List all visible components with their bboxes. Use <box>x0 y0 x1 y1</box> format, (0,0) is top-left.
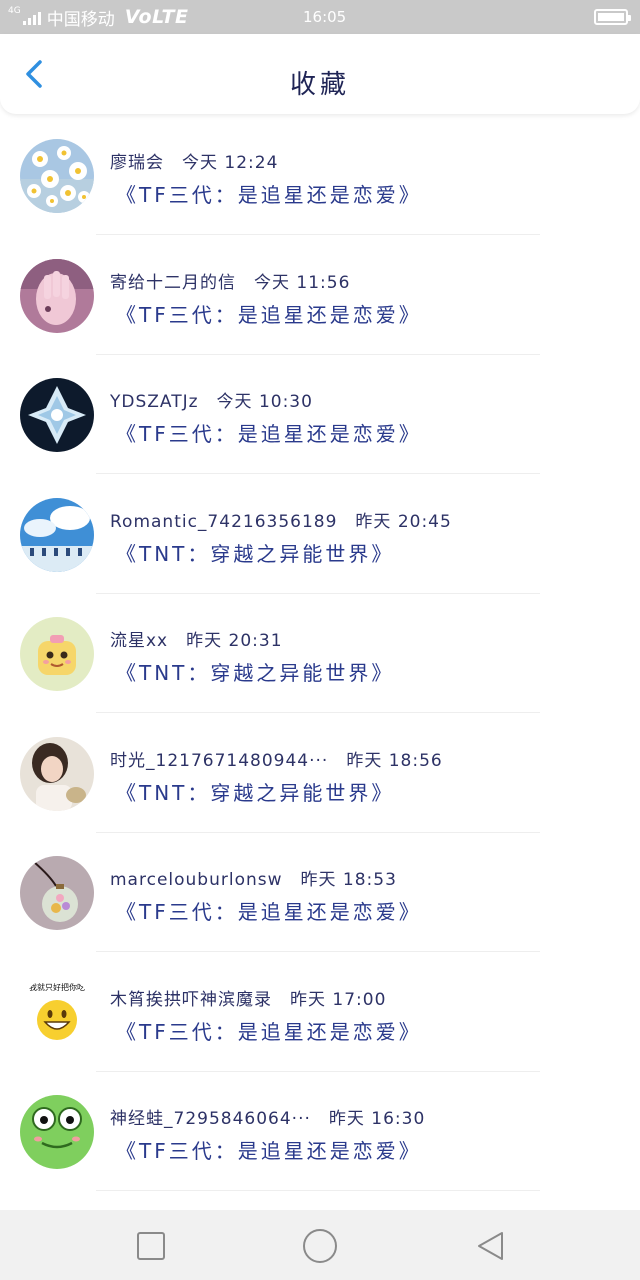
author-name: Romantic_7421635618​9 <box>110 511 338 532</box>
item-meta: marcelouburlonsw 昨天 18:53 <box>110 865 397 890</box>
recent-apps-button[interactable] <box>134 1229 168 1263</box>
author-name: 时光_1217671480944··· <box>110 750 329 771</box>
story-title[interactable]: 《TF三代：是追星还是恋爱》 <box>116 299 422 328</box>
item-meta: 流星xx 昨天 20:31 <box>110 626 283 651</box>
page-title: 收藏 <box>289 70 350 100</box>
story-title[interactable]: 《TNT：穿越之异能世界》 <box>116 777 394 806</box>
story-title[interactable]: 《TNT：穿越之异能世界》 <box>116 538 394 567</box>
list-item[interactable]: 流星xx 昨天 20:31 《TNT：穿越之异能世界》 <box>0 594 640 714</box>
list-item[interactable]: 神经蛙_7295846064··· 昨天 16:30 《TF三代：是追星还是恋爱》 <box>0 1072 640 1192</box>
pink-hand-icon <box>20 258 94 333</box>
green-frog-icon <box>20 1095 94 1169</box>
author-name: marcelouburlonsw <box>110 870 283 890</box>
list-item[interactable]: 寄给十二月的信 今天 11:56 《TF三代：是追星还是恋爱》 <box>0 236 640 356</box>
story-title[interactable]: 《TF三代：是追星还是恋爱》 <box>116 1016 422 1045</box>
author-name: 寄给十二月的信 <box>110 272 236 293</box>
girl-portrait-icon <box>20 736 94 811</box>
avatar[interactable] <box>20 497 94 572</box>
avatar[interactable] <box>20 617 94 691</box>
list-item[interactable]: 廖瑞会 今天 12:24 《TF三代：是追星还是恋爱》 <box>0 116 640 236</box>
blue-sky-clouds-icon <box>20 497 94 572</box>
timestamp: 昨天 18:56 <box>346 750 443 771</box>
ice-crystal-icon <box>20 378 94 452</box>
triangle-back-icon <box>478 1232 503 1260</box>
cartoon-character-icon <box>20 617 94 691</box>
author-name: 流星xx <box>110 631 169 651</box>
item-meta: 时光_1217671480944··· 昨天 18:56 <box>110 746 443 771</box>
avatar[interactable] <box>20 139 94 213</box>
item-meta: 寄给十二月的信 今天 11:56 <box>110 268 350 293</box>
story-title[interactable]: 《TNT：穿越之异能世界》 <box>116 657 394 686</box>
avatar-caption: 我就只好把你吃 <box>29 982 85 992</box>
header: 收藏 <box>0 34 640 114</box>
author-name: 廖瑞会 <box>110 153 164 173</box>
author-name: 神经蛙_7295846064··· <box>110 1109 311 1129</box>
item-meta: 木筲挨拱吓神滨魔录 昨天 17:00 <box>110 985 386 1010</box>
timestamp: 昨天 20:31 <box>186 631 283 651</box>
status-bar: 4G 中国移动 VoLTE 16:05 <box>0 0 640 34</box>
avatar[interactable] <box>20 1095 94 1169</box>
signal-icon <box>22 9 41 25</box>
timestamp: 昨天 17:00 <box>290 989 387 1010</box>
item-meta: Romantic_7421635618​9 昨天 20:45 <box>110 507 452 532</box>
avatar[interactable] <box>20 378 94 452</box>
story-title[interactable]: 《TF三代：是追星还是恋爱》 <box>116 418 422 447</box>
navigation-bar <box>0 1210 640 1280</box>
timestamp: 今天 10:30 <box>216 392 313 412</box>
status-time: 16:05 <box>303 8 347 26</box>
timestamp: 昨天 16:30 <box>328 1109 426 1129</box>
item-meta: YDSZATJz 今天 10:30 <box>110 387 313 412</box>
divider <box>96 1190 540 1191</box>
item-meta: 神经蛙_7295846064··· 昨天 16:30 <box>110 1104 425 1129</box>
timestamp: 今天 12:24 <box>182 153 279 173</box>
network-type: 4G <box>8 6 21 16</box>
square-icon <box>137 1232 165 1260</box>
circle-icon <box>303 1229 337 1263</box>
list-item[interactable]: 时光_1217671480944··· 昨天 18:56 《TNT：穿越之异能世界… <box>0 714 640 834</box>
story-title[interactable]: 《TF三代：是追星还是恋爱》 <box>116 179 422 208</box>
avatar[interactable] <box>20 736 94 811</box>
battery-icon <box>594 9 631 25</box>
timestamp: 昨天 20:45 <box>355 511 452 532</box>
story-title[interactable]: 《TF三代：是追星还是恋爱》 <box>116 1135 422 1164</box>
author-name: YDSZATJz <box>110 392 199 412</box>
volte-label: VoLTE <box>124 6 189 28</box>
glass-bottle-icon <box>20 856 94 930</box>
timestamp: 昨天 18:53 <box>300 870 397 890</box>
status-left: 4G 中国移动 VoLTE <box>8 5 189 30</box>
list-item[interactable]: 我就只好把你吃 木筲挨拱吓神滨魔录 昨天 17:00 《TF三代：是追星还是恋爱》 <box>0 953 640 1073</box>
favorites-list: 廖瑞会 今天 12:24 《TF三代：是追星还是恋爱》 寄给十二月的信 今天 11:… <box>0 116 640 1192</box>
avatar[interactable] <box>20 258 94 333</box>
item-meta: 廖瑞会 今天 12:24 <box>110 148 278 173</box>
home-button[interactable] <box>301 1227 339 1265</box>
avatar[interactable] <box>20 856 94 930</box>
timestamp: 今天 11:56 <box>254 272 351 293</box>
story-title[interactable]: 《TF三代：是追星还是恋爱》 <box>116 896 422 925</box>
daisy-flowers-icon <box>20 139 94 213</box>
list-item[interactable]: marcelouburlonsw 昨天 18:53 《TF三代：是追星还是恋爱》 <box>0 833 640 953</box>
list-item[interactable]: Romantic_7421635618​9 昨天 20:45 《TNT：穿越之异能… <box>0 475 640 595</box>
avatar[interactable]: 我就只好把你吃 <box>20 975 94 1050</box>
carrier-name: 中国移动 <box>46 9 115 30</box>
author-name: 木筲挨拱吓神滨魔录 <box>110 989 272 1010</box>
list-item[interactable]: YDSZATJz 今天 10:30 《TF三代：是追星还是恋爱》 <box>0 355 640 475</box>
smiley-emoji-icon: 我就只好把你吃 <box>20 975 94 1050</box>
nav-back-button[interactable] <box>474 1229 508 1263</box>
